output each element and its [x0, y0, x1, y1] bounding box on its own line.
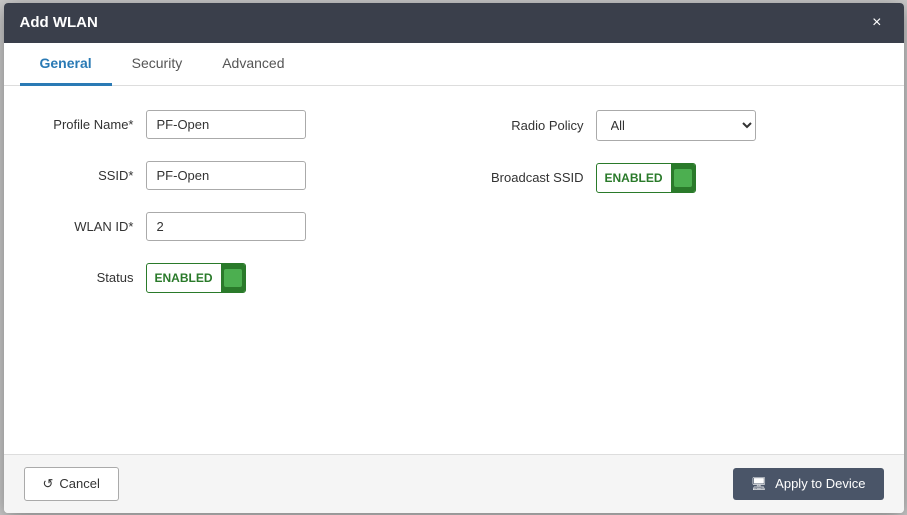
cancel-icon: ↺: [43, 476, 54, 492]
profile-name-label: Profile Name*: [34, 117, 134, 132]
status-toggle[interactable]: ENABLED: [146, 263, 246, 293]
radio-policy-group: Radio Policy All 2.4 GHz 5 GHz: [484, 110, 874, 141]
tab-advanced[interactable]: Advanced: [202, 43, 304, 86]
tabs-container: General Security Advanced: [4, 43, 904, 86]
wlan-id-label: WLAN ID*: [34, 219, 134, 234]
add-wlan-modal: Add WLAN × General Security Advanced Pro…: [4, 3, 904, 513]
ssid-input[interactable]: [146, 161, 306, 190]
profile-name-group: Profile Name*: [34, 110, 424, 139]
modal-title: Add WLAN: [20, 14, 98, 31]
status-toggle-label: ENABLED: [147, 266, 221, 290]
modal-overlay: Add WLAN × General Security Advanced Pro…: [0, 0, 907, 515]
modal-header: Add WLAN ×: [4, 3, 904, 43]
wlan-id-group: WLAN ID*: [34, 212, 424, 241]
apply-device-button[interactable]: 🖥 Apply to Device: [733, 468, 884, 500]
tab-security[interactable]: Security: [112, 43, 203, 86]
broadcast-ssid-toggle-inner: [674, 169, 692, 187]
status-label: Status: [34, 270, 134, 285]
cancel-button[interactable]: ↺ Cancel: [24, 467, 119, 501]
wlan-id-input[interactable]: [146, 212, 306, 241]
ssid-group: SSID*: [34, 161, 424, 190]
modal-body: Profile Name* SSID* WLAN ID*: [4, 86, 904, 454]
profile-name-input[interactable]: [146, 110, 306, 139]
apply-label: Apply to Device: [775, 476, 865, 491]
close-button[interactable]: ×: [866, 13, 887, 33]
tab-general[interactable]: General: [20, 43, 112, 86]
broadcast-ssid-label: Broadcast SSID: [484, 170, 584, 185]
radio-policy-select[interactable]: All 2.4 GHz 5 GHz: [596, 110, 756, 141]
status-toggle-switch[interactable]: [221, 264, 245, 292]
ssid-label: SSID*: [34, 168, 134, 183]
broadcast-ssid-group: Broadcast SSID ENABLED: [484, 163, 874, 193]
broadcast-ssid-toggle-label: ENABLED: [597, 166, 671, 190]
status-toggle-inner: [224, 269, 242, 287]
radio-policy-label: Radio Policy: [484, 118, 584, 133]
broadcast-ssid-toggle-switch[interactable]: [671, 164, 695, 192]
form-grid: Profile Name* SSID* WLAN ID*: [34, 110, 874, 293]
broadcast-ssid-toggle[interactable]: ENABLED: [596, 163, 696, 193]
cancel-label: Cancel: [59, 476, 99, 491]
status-group: Status ENABLED: [34, 263, 424, 293]
modal-footer: ↺ Cancel 🖥 Apply to Device: [4, 454, 904, 513]
apply-icon: 🖥: [751, 476, 768, 492]
